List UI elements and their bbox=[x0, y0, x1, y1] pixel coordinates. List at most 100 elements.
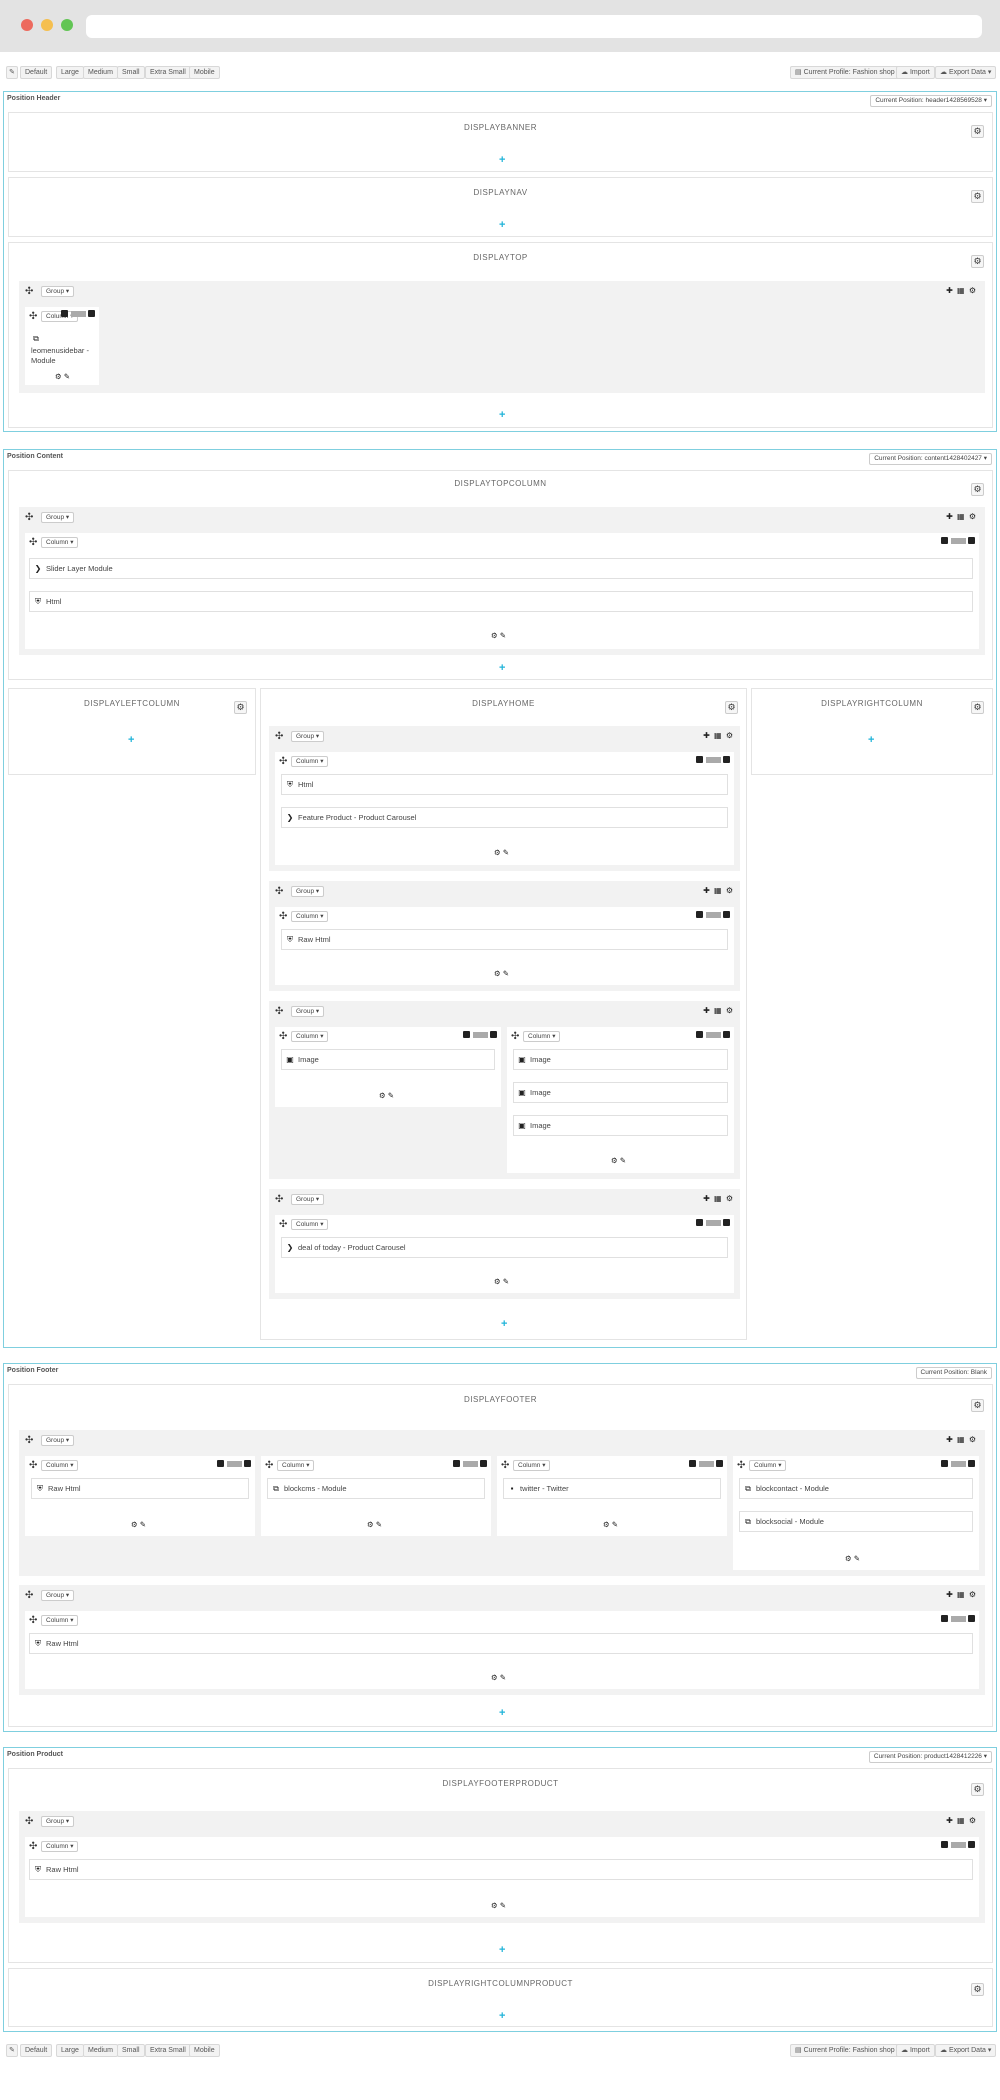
column-dropdown[interactable]: Column ▾ bbox=[41, 1460, 79, 1471]
wrench-icon[interactable]: ✎ bbox=[6, 2044, 18, 2057]
column-edit-icons[interactable]: ⚙ ✎ bbox=[367, 1521, 382, 1529]
column-dropdown[interactable]: Column ▾ bbox=[291, 911, 329, 922]
module-item-image[interactable]: ▣ Image bbox=[513, 1115, 728, 1136]
group-action-icons[interactable]: ✚ ▦ ⚙ bbox=[703, 886, 734, 896]
move-icon[interactable]: ✣ bbox=[25, 287, 33, 297]
move-icon[interactable]: ✣ bbox=[29, 1842, 37, 1852]
add-group-plus-icon[interactable]: + bbox=[499, 155, 505, 166]
move-icon[interactable]: ✣ bbox=[25, 1591, 33, 1601]
module-item-blockcontact[interactable]: ⧉ blockcontact - Module bbox=[739, 1478, 973, 1499]
gear-icon[interactable]: ⚙ bbox=[971, 1783, 984, 1796]
module-item-image[interactable]: ▣ Image bbox=[513, 1082, 728, 1103]
move-icon[interactable]: ✣ bbox=[29, 1461, 37, 1471]
module-item-blockcms[interactable]: ⧉ blockcms - Module bbox=[267, 1478, 485, 1499]
device-large-button[interactable]: Large bbox=[56, 66, 84, 79]
gear-icon[interactable]: ⚙ bbox=[971, 255, 984, 268]
device-default-button[interactable]: Default bbox=[20, 66, 53, 79]
add-group-plus-icon[interactable]: + bbox=[501, 1319, 507, 1330]
gear-icon[interactable]: ⚙ bbox=[971, 125, 984, 138]
add-group-plus-icon[interactable]: + bbox=[868, 735, 874, 746]
column-width-controls[interactable] bbox=[453, 1460, 487, 1469]
module-item-deal-of-today[interactable]: ❯ deal of today - Product Carousel bbox=[281, 1237, 728, 1258]
column-width-controls[interactable] bbox=[61, 310, 95, 319]
group-action-icons[interactable]: ✚ ▦ ⚙ bbox=[703, 1194, 734, 1204]
export-data-button[interactable]: ☁ Export Data ▾ bbox=[935, 66, 997, 79]
module-item-html[interactable]: ⛨ Html bbox=[29, 591, 973, 612]
column-edit-icons[interactable]: ⚙ ✎ bbox=[494, 1278, 509, 1286]
device-default-button[interactable]: Default bbox=[20, 2044, 53, 2057]
group-dropdown[interactable]: Group ▾ bbox=[41, 1435, 75, 1446]
column-dropdown[interactable]: Column ▾ bbox=[291, 756, 329, 767]
device-large-button[interactable]: Large bbox=[56, 2044, 84, 2057]
import-button[interactable]: ☁ Import bbox=[896, 2044, 935, 2057]
group-dropdown[interactable]: Group ▾ bbox=[291, 1006, 325, 1017]
column-width-controls[interactable] bbox=[217, 1460, 251, 1469]
column-edit-icons[interactable]: ⚙ ✎ bbox=[131, 1521, 146, 1529]
move-icon[interactable]: ✣ bbox=[25, 513, 33, 523]
current-profile-button[interactable]: ▤ Current Profile: Fashion shop bbox=[790, 2044, 900, 2057]
minimize-window-dot[interactable] bbox=[41, 19, 53, 31]
column-edit-icons[interactable]: ⚙ ✎ bbox=[611, 1157, 626, 1165]
group-action-icons[interactable]: ✚ ▦ ⚙ bbox=[946, 1435, 977, 1445]
column-edit-icons[interactable]: ⚙ ✎ bbox=[491, 1902, 506, 1910]
module-item-raw-html[interactable]: ⛨ Raw Html bbox=[29, 1633, 973, 1654]
import-button[interactable]: ☁ Import bbox=[896, 66, 935, 79]
module-item-twitter[interactable]: ▪ twitter - Twitter bbox=[503, 1478, 721, 1499]
current-position-dropdown[interactable]: Current Position: content1428402427 ▾ bbox=[869, 453, 992, 465]
gear-icon[interactable]: ⚙ bbox=[971, 1399, 984, 1412]
column-width-controls[interactable] bbox=[696, 1219, 730, 1228]
device-extra-small-button[interactable]: Extra Small bbox=[145, 2044, 191, 2057]
column-width-controls[interactable] bbox=[696, 1031, 730, 1040]
add-group-plus-icon[interactable]: + bbox=[499, 1945, 505, 1956]
column-edit-icons[interactable]: ⚙ ✎ bbox=[491, 632, 506, 640]
device-mobile-button[interactable]: Mobile bbox=[189, 2044, 220, 2057]
column-dropdown[interactable]: Column ▾ bbox=[513, 1460, 551, 1471]
move-icon[interactable]: ✣ bbox=[511, 1032, 519, 1042]
column-width-controls[interactable] bbox=[696, 911, 730, 920]
move-icon[interactable]: ✣ bbox=[29, 538, 37, 548]
group-action-icons[interactable]: ✚ ▦ ⚙ bbox=[946, 1590, 977, 1600]
column-width-controls[interactable] bbox=[941, 1841, 975, 1850]
wrench-icon[interactable]: ✎ bbox=[6, 66, 18, 79]
close-window-dot[interactable] bbox=[21, 19, 33, 31]
add-group-plus-icon[interactable]: + bbox=[499, 2011, 505, 2022]
column-dropdown[interactable]: Column ▾ bbox=[41, 537, 79, 548]
group-dropdown[interactable]: Group ▾ bbox=[41, 1590, 75, 1601]
group-dropdown[interactable]: Group ▾ bbox=[41, 286, 75, 297]
module-item-raw-html[interactable]: ⛨ Raw Html bbox=[29, 1859, 973, 1880]
column-dropdown[interactable]: Column ▾ bbox=[277, 1460, 315, 1471]
column-edit-icons[interactable]: ⚙ ✎ bbox=[55, 373, 70, 381]
module-item-leomenusidebar[interactable]: ⧉ leomenusidebar - Module bbox=[31, 334, 95, 366]
column-width-controls[interactable] bbox=[463, 1031, 497, 1040]
group-dropdown[interactable]: Group ▾ bbox=[291, 731, 325, 742]
column-width-controls[interactable] bbox=[941, 1615, 975, 1624]
group-dropdown[interactable]: Group ▾ bbox=[291, 886, 325, 897]
column-dropdown[interactable]: Column ▾ bbox=[291, 1219, 329, 1230]
module-item-raw-html[interactable]: ⛨ Raw Html bbox=[281, 929, 728, 950]
column-dropdown[interactable]: Column ▾ bbox=[291, 1031, 329, 1042]
device-medium-button[interactable]: Medium bbox=[83, 66, 118, 79]
group-action-icons[interactable]: ✚ ▦ ⚙ bbox=[703, 1006, 734, 1016]
column-width-controls[interactable] bbox=[696, 756, 730, 765]
move-icon[interactable]: ✣ bbox=[501, 1461, 509, 1471]
add-group-plus-icon[interactable]: + bbox=[499, 220, 505, 231]
gear-icon[interactable]: ⚙ bbox=[971, 190, 984, 203]
current-position-dropdown[interactable]: Current Position: Blank bbox=[915, 1367, 992, 1379]
column-edit-icons[interactable]: ⚙ ✎ bbox=[379, 1092, 394, 1100]
current-profile-button[interactable]: ▤ Current Profile: Fashion shop bbox=[790, 66, 900, 79]
export-data-button[interactable]: ☁ Export Data ▾ bbox=[935, 2044, 997, 2057]
add-group-plus-icon[interactable]: + bbox=[499, 1708, 505, 1719]
move-icon[interactable]: ✣ bbox=[275, 887, 283, 897]
device-small-button[interactable]: Small bbox=[117, 66, 145, 79]
group-dropdown[interactable]: Group ▾ bbox=[291, 1194, 325, 1205]
add-group-plus-icon[interactable]: + bbox=[499, 410, 505, 421]
gear-icon[interactable]: ⚙ bbox=[971, 483, 984, 496]
column-width-controls[interactable] bbox=[941, 537, 975, 546]
move-icon[interactable]: ✣ bbox=[275, 1007, 283, 1017]
column-dropdown[interactable]: Column ▾ bbox=[523, 1031, 561, 1042]
group-action-icons[interactable]: ✚ ▦ ⚙ bbox=[946, 512, 977, 522]
column-width-controls[interactable] bbox=[689, 1460, 723, 1469]
group-action-icons[interactable]: ✚ ▦ ⚙ bbox=[946, 286, 977, 296]
move-icon[interactable]: ✣ bbox=[29, 312, 37, 322]
move-icon[interactable]: ✣ bbox=[29, 1616, 37, 1626]
